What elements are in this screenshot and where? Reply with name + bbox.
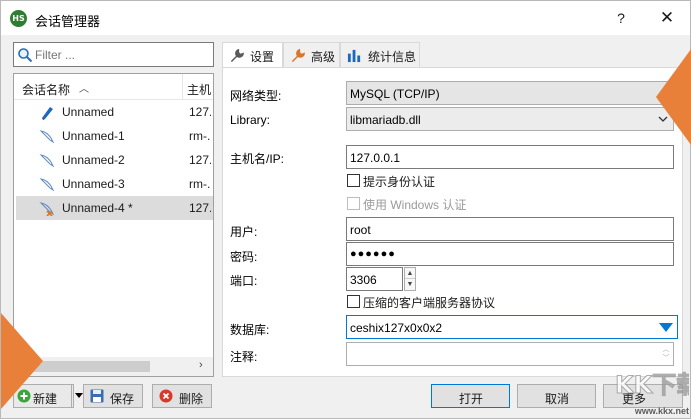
spin-down-icon[interactable]: ▼ — [405, 279, 415, 290]
comment-label: 注释: — [230, 350, 258, 364]
wrench-icon — [231, 48, 244, 62]
session-host: 127. — [189, 105, 211, 119]
sort-ascending-icon: ︿ — [79, 84, 89, 95]
password-value: ●●●●●● — [350, 248, 396, 260]
port-stepper[interactable]: ▲ ▼ — [404, 267, 416, 291]
database-label: 数据库: — [230, 323, 270, 337]
session-host: 127. — [189, 153, 211, 167]
network-type-label: 网络类型: — [230, 89, 282, 103]
spin-up-icon[interactable]: ▲ — [405, 268, 415, 279]
session-row[interactable]: Unnamed 127. — [16, 100, 213, 124]
watermark-logo: KK下载 — [615, 371, 690, 400]
user-label: 用户: — [230, 225, 258, 239]
windows-auth-label: 使用 Windows 认证 — [363, 198, 467, 212]
tab-label: 高级 — [311, 50, 336, 64]
library-select[interactable]: libmariadb.dll — [346, 107, 674, 131]
delete-button[interactable]: 删除 — [152, 384, 212, 408]
dolphin-icon — [39, 178, 55, 192]
tab-label: 统计信息 — [368, 50, 417, 64]
save-button-label: 保存 — [110, 392, 135, 406]
orange-corner-decoration — [656, 45, 691, 149]
dolphin-icon — [39, 202, 55, 216]
port-value: 3306 — [350, 273, 377, 287]
title-bar: HS 会话管理器 ? ✕ — [1, 1, 690, 35]
save-button[interactable]: 保存 — [83, 384, 143, 408]
delete-button-label: 删除 — [179, 392, 204, 406]
open-button-label: 打开 — [459, 392, 484, 406]
compress-protocol-label: 压缩的客户端服务器协议 — [363, 296, 496, 310]
hostname-value: 127.0.0.1 — [350, 151, 401, 165]
session-host: rm-. — [189, 129, 211, 143]
tab-settings[interactable]: 设置 — [222, 42, 283, 68]
help-button[interactable]: ? — [606, 7, 636, 29]
scrollbar-thumb[interactable] — [32, 361, 150, 372]
tab-label: 设置 — [250, 50, 275, 64]
app-logo-icon: HS — [10, 10, 27, 27]
database-value: ceshix127x0x0x2 — [350, 321, 443, 335]
port-label: 端口: — [230, 274, 258, 288]
windows-auth-checkbox[interactable] — [347, 197, 360, 210]
dolphin-icon — [42, 107, 53, 120]
prompt-auth-label: 提示身份认证 — [363, 175, 436, 189]
session-name: Unnamed — [62, 105, 115, 119]
hostname-input[interactable]: 127.0.0.1 — [346, 145, 674, 169]
session-manager-window: HS 会话管理器 ? ✕ 会话名称 ︿ 主机 Unnamed 127. — [0, 0, 691, 419]
dolphin-icon — [39, 154, 55, 168]
orange-corner-decoration — [1, 313, 43, 409]
tab-advanced[interactable]: 高级 — [283, 42, 340, 67]
session-list[interactable]: 会话名称 ︿ 主机 Unnamed 127. Unnamed-1 rm-. Un… — [13, 73, 214, 377]
window-title: 会话管理器 — [35, 14, 101, 29]
tab-statistics[interactable]: 统计信息 — [340, 42, 420, 67]
wrench-orange-icon — [292, 48, 305, 62]
chevron-down-icon — [75, 393, 83, 398]
library-value: libmariadb.dll — [350, 113, 421, 127]
column-separator[interactable] — [182, 74, 183, 100]
column-header-host[interactable]: 主机 — [187, 81, 211, 98]
compress-protocol-checkbox[interactable] — [347, 295, 360, 308]
watermark: KK下载 www.kkx.net — [601, 361, 690, 418]
bar-chart-icon — [347, 49, 361, 63]
close-button[interactable]: ✕ — [649, 7, 685, 29]
session-row[interactable]: Unnamed-2 127. — [16, 148, 213, 172]
session-host: 127. — [189, 201, 211, 215]
floppy-disk-icon — [90, 389, 104, 403]
session-name: Unnamed-1 — [62, 129, 125, 143]
library-label: Library: — [230, 113, 271, 127]
network-type-value: MySQL (TCP/IP) — [350, 87, 440, 101]
password-input[interactable]: ●●●●●● — [346, 242, 674, 266]
user-value: root — [350, 223, 371, 237]
hostname-label: 主机名/IP: — [230, 152, 285, 166]
database-select[interactable]: ceshix127x0x0x2 — [346, 315, 678, 339]
filter-box[interactable] — [13, 42, 214, 67]
delete-circle-icon — [159, 389, 173, 403]
dropdown-arrow-icon[interactable] — [659, 323, 673, 332]
user-input[interactable]: root — [346, 217, 674, 241]
column-header-session-name[interactable]: 会话名称 — [22, 81, 70, 98]
session-row-selected[interactable]: Unnamed-4 * 127. — [16, 196, 213, 220]
session-name: Unnamed-3 — [62, 177, 125, 191]
settings-panel: 网络类型: MySQL (TCP/IP) Library: libmariadb… — [222, 67, 683, 377]
session-row[interactable]: Unnamed-3 rm-. — [16, 172, 213, 196]
session-name: Unnamed-4 * — [62, 201, 133, 215]
password-label: 密码: — [230, 250, 258, 264]
search-icon — [18, 48, 33, 63]
cancel-button[interactable]: 取消 — [517, 384, 596, 408]
svg-text:KK下载: KK下载 — [615, 371, 689, 399]
network-type-select[interactable]: MySQL (TCP/IP) — [346, 81, 674, 105]
session-name: Unnamed-2 — [62, 153, 125, 167]
port-input[interactable]: 3306 — [346, 267, 403, 291]
filter-input[interactable] — [35, 46, 210, 63]
cancel-button-label: 取消 — [545, 392, 570, 406]
prompt-auth-checkbox[interactable] — [347, 174, 360, 187]
session-row[interactable]: Unnamed-1 rm-. — [16, 124, 213, 148]
session-host: rm-. — [189, 177, 211, 191]
scroll-right-icon[interactable]: › — [199, 359, 203, 371]
list-header: 会话名称 ︿ 主机 — [14, 74, 213, 100]
watermark-url: www.kkx.net — [634, 406, 689, 416]
horizontal-scrollbar[interactable]: ‹ › — [14, 357, 213, 376]
open-button[interactable]: 打开 — [431, 384, 510, 408]
dolphin-icon — [39, 130, 55, 144]
